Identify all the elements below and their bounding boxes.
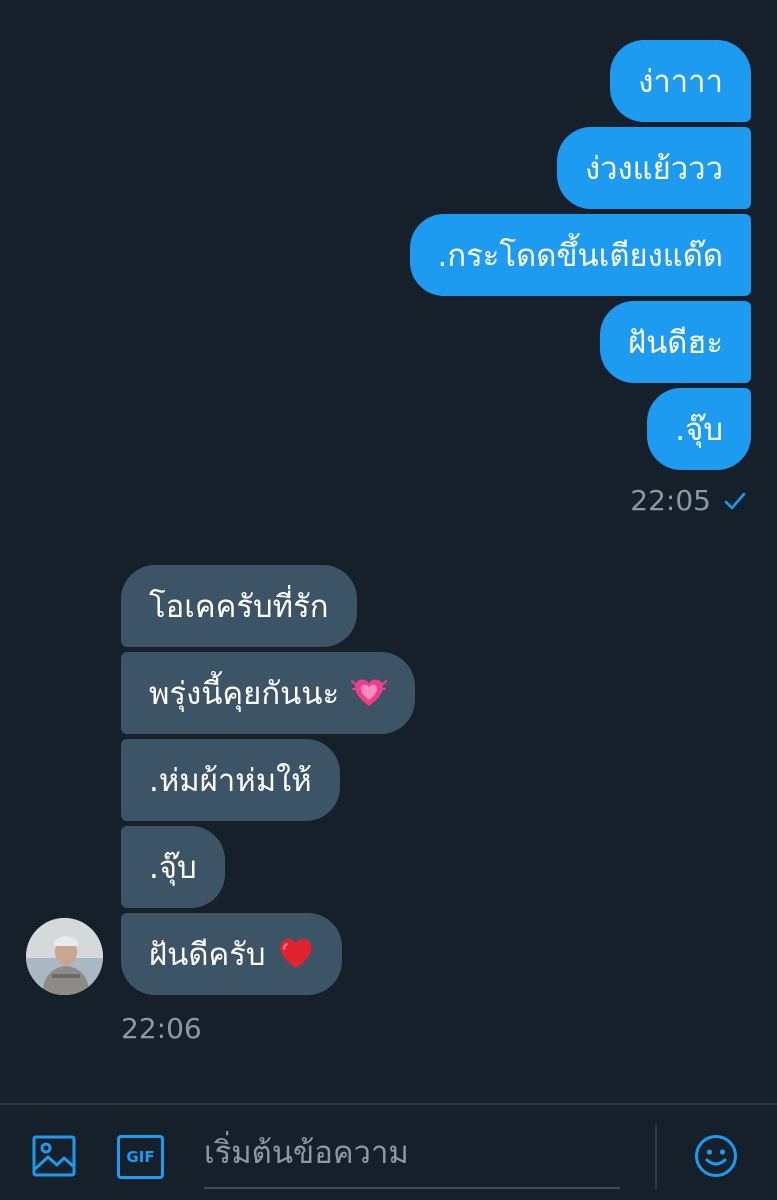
message-text: โอเคครับที่รัก	[149, 589, 329, 625]
avatar-photo-icon	[26, 918, 103, 995]
gif-button[interactable]: GIF	[117, 1135, 164, 1179]
avatar[interactable]	[26, 918, 103, 995]
message-text: ฝันดีครับ	[149, 937, 266, 973]
message-text: ง่าาาา	[638, 64, 723, 100]
message-text: พรุ่งนี้คุยกันนะ	[149, 676, 340, 712]
emoji-icon[interactable]	[693, 1133, 739, 1179]
incoming-message[interactable]: โอเคครับที่รัก	[121, 565, 357, 647]
message-text: .จุ๊บ	[675, 412, 723, 448]
outgoing-timestamp: 22:05	[630, 484, 747, 517]
beating-heart-emoji-icon	[351, 679, 388, 706]
message-text: .ห่มผ้าห่มให้	[149, 763, 312, 799]
incoming-message[interactable]: พรุ่งนี้คุยกันนะ	[121, 652, 416, 734]
dm-conversation-screen: ง่าาาา ง่วงแย้ววว .กระโดดขึ้นเตียงแด๊ด ฝ…	[0, 0, 777, 1200]
incoming-message[interactable]: ฝันดีครับ	[121, 913, 342, 995]
check-icon	[724, 492, 746, 509]
gif-icon: GIF	[126, 1148, 155, 1166]
outgoing-message[interactable]: ง่วงแย้ววว	[556, 127, 751, 209]
message-composer: GIF	[0, 1103, 777, 1200]
message-text: ฝันดีฮะ	[627, 325, 723, 361]
composer-divider	[655, 1125, 657, 1189]
message-input[interactable]	[204, 1105, 620, 1189]
message-text: .จุ๊บ	[149, 850, 197, 886]
outgoing-message[interactable]: .กระโดดขึ้นเตียงแด๊ด	[409, 214, 751, 296]
outgoing-message[interactable]: ง่าาาา	[610, 40, 751, 122]
red-heart-emoji-icon	[280, 939, 312, 968]
message-text: .กระโดดขึ้นเตียงแด๊ด	[437, 238, 724, 274]
incoming-message[interactable]: .จุ๊บ	[121, 826, 225, 908]
incoming-timestamp: 22:06	[121, 1012, 202, 1045]
incoming-message[interactable]: .ห่มผ้าห่มให้	[121, 739, 340, 821]
image-icon[interactable]	[31, 1133, 77, 1179]
timestamp-text: 22:05	[630, 484, 711, 517]
outgoing-message[interactable]: .จุ๊บ	[647, 388, 751, 470]
outgoing-message[interactable]: ฝันดีฮะ	[599, 301, 751, 383]
message-text: ง่วงแย้ววว	[584, 151, 723, 187]
